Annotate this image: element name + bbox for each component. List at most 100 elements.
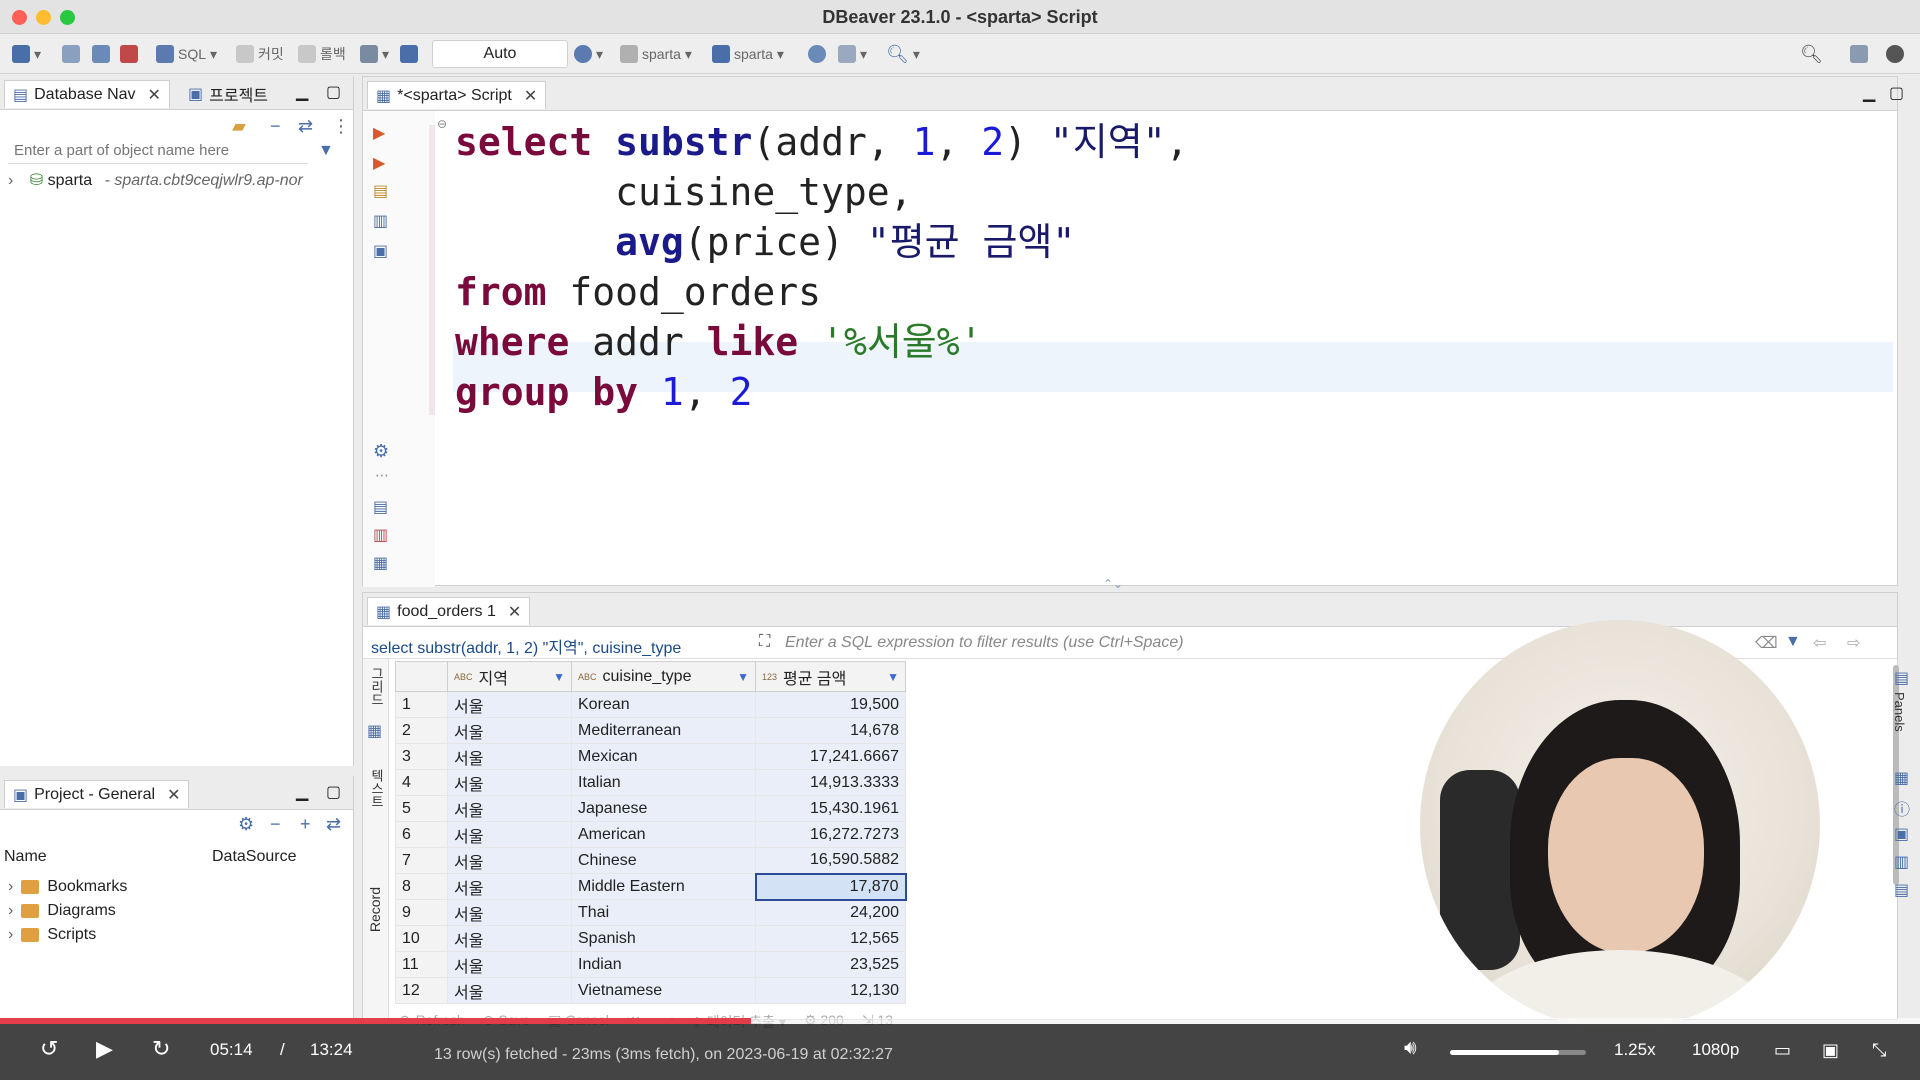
object-filter-input[interactable] (8, 138, 308, 164)
calendar-icon[interactable]: ▣ (1894, 824, 1909, 844)
average-price-cell[interactable]: 17,241.6667 (755, 743, 906, 770)
terminal-icon[interactable]: ▣ (373, 241, 388, 261)
transaction-mode-button[interactable]: ▾ (360, 42, 389, 66)
expand-icon[interactable]: ⛶ (759, 633, 770, 651)
table-row[interactable]: 7 서울 Chinese 16,590.5882 (395, 847, 906, 874)
close-icon[interactable]: ✕ (524, 86, 537, 106)
save-script-icon[interactable]: ▤ (373, 497, 388, 517)
cuisine-type-cell[interactable]: Indian (571, 951, 756, 978)
captions-icon[interactable]: ▭ (1774, 1040, 1791, 1061)
average-price-cell[interactable]: 15,430.1961 (755, 795, 906, 822)
column-header-cuisine-type[interactable]: ABC cuisine_type ▼ (571, 661, 756, 692)
splitter-handle-icon[interactable]: ⌃⌄ (1103, 577, 1123, 591)
perspective-button[interactable] (1850, 42, 1868, 66)
average-price-cell[interactable]: 19,500 (755, 691, 906, 718)
region-cell[interactable]: 서울 (447, 821, 572, 848)
reconnect-button[interactable] (92, 42, 110, 66)
table-row[interactable]: 9 서울 Thai 24,200 (395, 899, 906, 926)
grid-view-tab[interactable]: 그리드 (367, 667, 386, 706)
column-header-region[interactable]: ABC 지역 ▼ (447, 661, 572, 692)
lock-button[interactable] (400, 42, 418, 66)
panels-icon[interactable]: ▤ (1894, 668, 1909, 688)
invalidate-button[interactable] (120, 42, 138, 66)
tab-database-navigator[interactable]: ▤ Database Nav ✕ (4, 80, 170, 108)
connect-button[interactable]: ▾ (12, 42, 41, 66)
average-price-cell[interactable]: 16,590.5882 (755, 847, 906, 874)
cuisine-type-cell[interactable]: Italian (571, 769, 756, 796)
column-name-header[interactable]: Name (4, 848, 47, 866)
datasource-selector[interactable]: sparta ▾ (620, 42, 692, 66)
rollback-button[interactable]: 롤백 (298, 42, 346, 66)
rewind-10-icon[interactable]: ↺ (40, 1036, 58, 1062)
region-cell[interactable]: 서울 (447, 743, 572, 770)
table-row[interactable]: 6 서울 American 16,272.7273 (395, 821, 906, 848)
minimize-icon[interactable]: ▁ (296, 782, 308, 802)
volume-icon[interactable]: 🔊︎ (1404, 1037, 1417, 1060)
fold-toggle-icon[interactable]: ⊖ (437, 117, 447, 131)
tab-sparta-script[interactable]: ▦ *<sparta> Script ✕ (367, 81, 547, 109)
row-number-cell[interactable]: 2 (395, 717, 448, 744)
row-number-cell[interactable]: 4 (395, 769, 448, 796)
maximize-icon[interactable]: ▢ (326, 782, 341, 802)
execute-new-tab-icon[interactable]: ▶ (373, 153, 385, 173)
collapse-icon[interactable]: − (270, 116, 281, 137)
table-row[interactable]: 5 서울 Japanese 15,430.1961 (395, 795, 906, 822)
close-icon[interactable]: ✕ (148, 85, 161, 105)
region-cell[interactable]: 서울 (447, 899, 572, 926)
average-price-cell[interactable]: 12,565 (755, 925, 906, 952)
link-icon[interactable]: ⇄ (326, 814, 341, 835)
filter-icon[interactable]: ▼ (1785, 633, 1801, 651)
close-icon[interactable]: ✕ (167, 785, 180, 805)
search-button[interactable]: 🔍︎ ▾ (886, 42, 920, 66)
sql-editor-button[interactable]: SQL ▾ (156, 42, 217, 66)
table-row[interactable]: 10 서울 Spanish 12,565 (395, 925, 906, 952)
average-price-cell[interactable]: 24,200 (755, 899, 906, 926)
code-line[interactable]: cuisine_type, (455, 167, 912, 217)
more-icon[interactable]: ⋯ (375, 467, 389, 484)
close-icon[interactable]: ✕ (508, 602, 521, 622)
row-number-cell[interactable]: 12 (395, 977, 448, 1004)
volume-slider[interactable] (1450, 1050, 1586, 1055)
average-price-cell[interactable]: 12,130 (755, 977, 906, 1004)
region-cell[interactable]: 서울 (447, 691, 572, 718)
disconnect-button[interactable] (62, 42, 80, 66)
table-row[interactable]: 12 서울 Vietnamese 12,130 (395, 977, 906, 1004)
row-number-cell[interactable]: 5 (395, 795, 448, 822)
variables-icon[interactable]: ▦ (373, 553, 388, 573)
table-row[interactable]: 2 서울 Mediterranean 14,678 (395, 717, 906, 744)
sort-dropdown-icon[interactable]: ▼ (737, 670, 749, 684)
erd-button[interactable]: ▾ (838, 42, 867, 66)
exit-fullscreen-icon[interactable]: ⤡ (1872, 1040, 1886, 1061)
delete-script-icon[interactable]: ▥ (373, 525, 388, 545)
code-line[interactable]: avg(price) "평균 금액" (455, 217, 1075, 267)
region-cell[interactable]: 서울 (447, 769, 572, 796)
new-folder-icon[interactable]: ▰ (232, 116, 246, 137)
playback-speed[interactable]: 1.25x (1614, 1040, 1656, 1060)
tab-projects[interactable]: ▣ 프로젝트 (180, 80, 276, 108)
more-icon[interactable]: ⋮ (332, 116, 350, 137)
record-view-tab[interactable]: Record (367, 887, 383, 932)
cuisine-type-cell[interactable]: American (571, 821, 756, 848)
forward-10-icon[interactable]: ↻ (152, 1036, 170, 1062)
cuisine-type-cell[interactable]: Spanish (571, 925, 756, 952)
minimize-icon[interactable]: ▁ (1863, 83, 1875, 103)
sort-dropdown-icon[interactable]: ▼ (553, 670, 565, 684)
text-view-tab[interactable]: 텍스트 (367, 769, 386, 808)
code-line[interactable]: from food_orders (455, 267, 821, 317)
table-row[interactable]: 4 서울 Italian 14,913.3333 (395, 769, 906, 796)
theater-mode-icon[interactable]: ▣ (1822, 1040, 1839, 1061)
average-price-cell[interactable]: 14,678 (755, 717, 906, 744)
region-cell[interactable]: 서울 (447, 847, 572, 874)
code-line[interactable]: where addr like '%서울%' (455, 317, 983, 367)
cuisine-type-cell[interactable]: Korean (571, 691, 756, 718)
row-number-cell[interactable]: 3 (395, 743, 448, 770)
average-price-cell[interactable]: 16,272.7273 (755, 821, 906, 848)
history-button[interactable]: ▾ (574, 42, 603, 66)
maximize-icon[interactable]: ▢ (1889, 83, 1904, 103)
column-datasource-header[interactable]: DataSource (212, 848, 297, 866)
row-number-cell[interactable]: 9 (395, 899, 448, 926)
info-icon[interactable]: ⓘ (1894, 796, 1910, 820)
gear-icon[interactable]: ⚙ (238, 814, 254, 835)
play-icon[interactable]: ▶ (96, 1036, 113, 1062)
add-icon[interactable]: + (300, 814, 311, 835)
